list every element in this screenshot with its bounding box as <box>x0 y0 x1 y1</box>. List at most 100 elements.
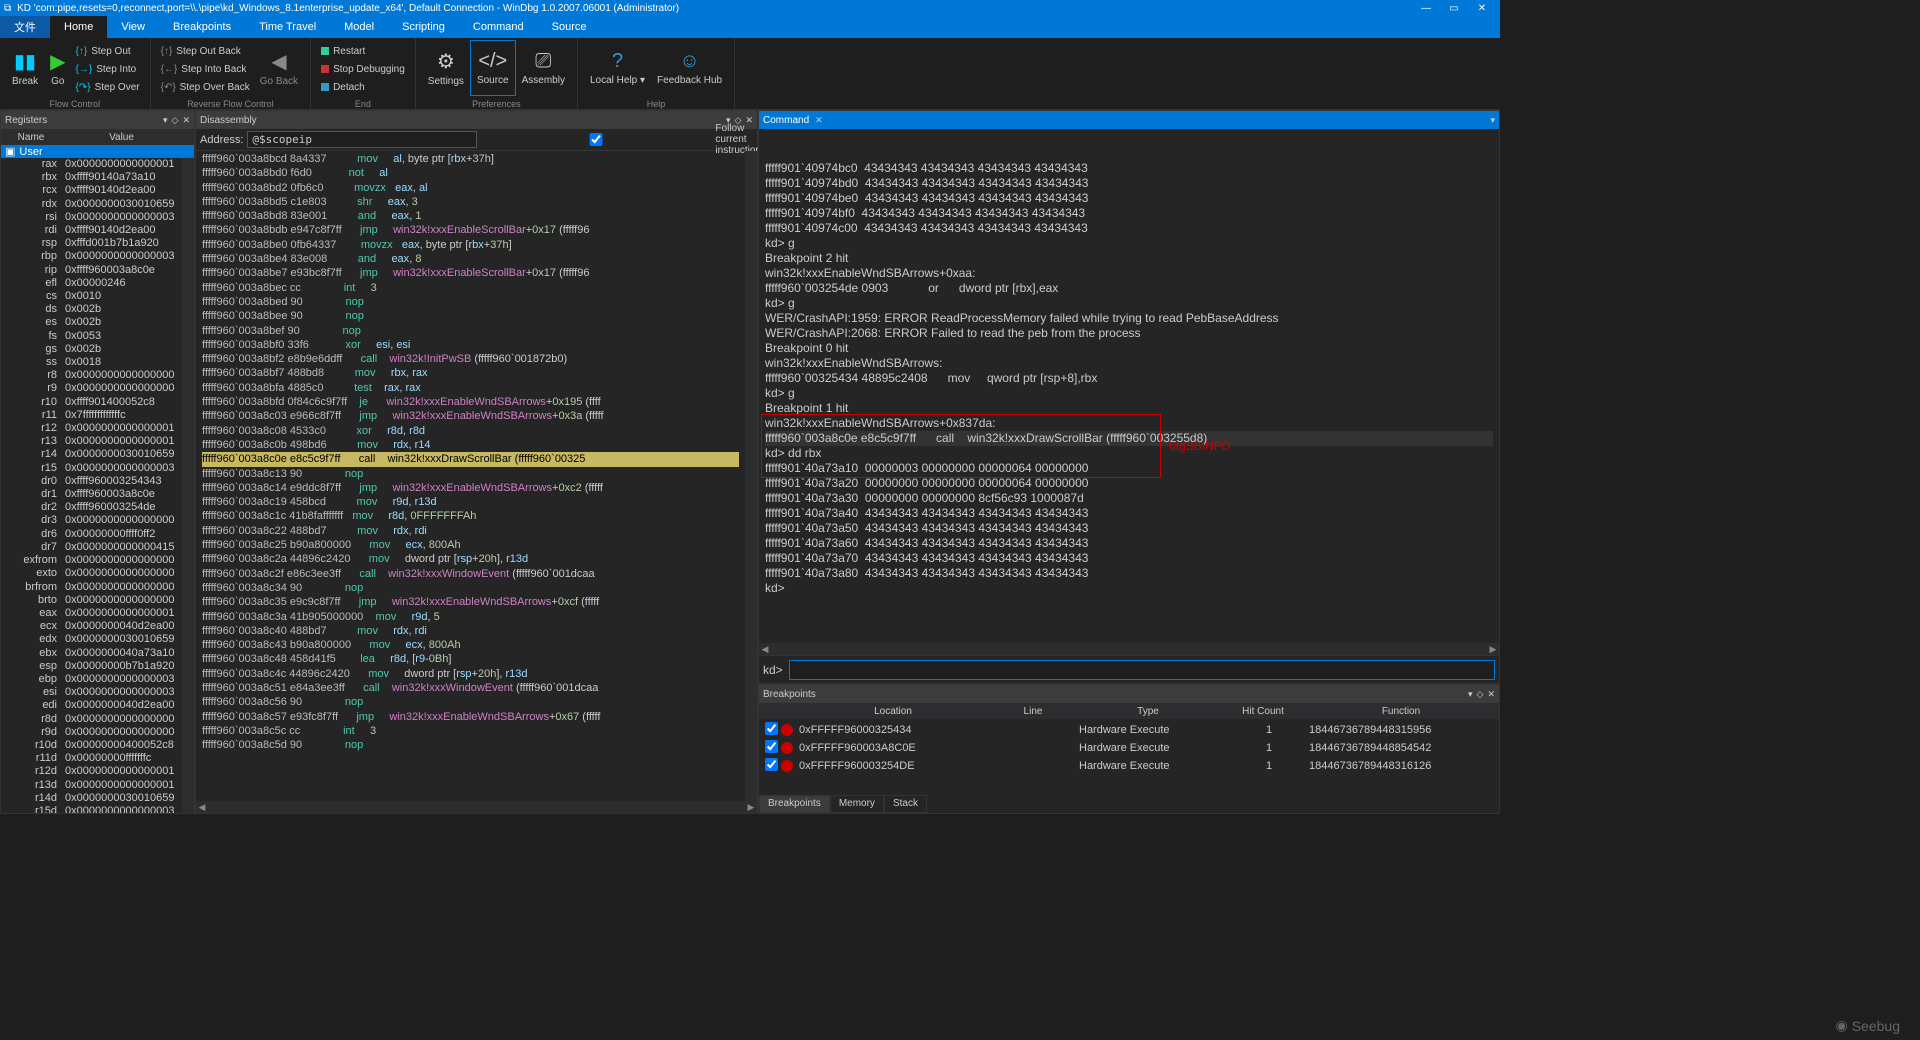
register-row[interactable]: ecx0x0000000040d2ea00 <box>1 620 182 633</box>
register-row[interactable]: rdi0xffff90140d2ea00 <box>1 224 182 237</box>
disassembly-hscroll[interactable]: ◀▶ <box>196 801 757 813</box>
close-button[interactable]: ✕ <box>1468 3 1496 14</box>
panel-dropdown-icon[interactable]: ▾ <box>1468 689 1473 700</box>
register-row[interactable]: dr00xffff960003254343 <box>1 475 182 488</box>
tab-close-icon[interactable]: ✕ <box>815 115 823 126</box>
menu-breakpoints[interactable]: Breakpoints <box>159 16 245 38</box>
register-row[interactable]: dr70x0000000000000415 <box>1 541 182 554</box>
register-row[interactable]: esp0x00000000b7b1a920 <box>1 660 182 673</box>
command-header[interactable]: Command ✕ ▾ <box>759 111 1499 129</box>
address-input[interactable] <box>247 131 477 148</box>
disasm-line[interactable]: fffff960`003a8bfa 4885c0 test rax, rax <box>202 381 739 395</box>
disasm-line[interactable]: fffff960`003a8be7 e93bc8f7ff jmp win32k!… <box>202 266 739 280</box>
menu-home[interactable]: Home <box>50 16 107 38</box>
disasm-line[interactable]: fffff960`003a8c35 e9c9c8f7ff jmp win32k!… <box>202 595 739 609</box>
panel-close-icon[interactable]: ✕ <box>182 115 190 126</box>
register-row[interactable]: dr60x00000000ffff0ff2 <box>1 528 182 541</box>
register-row[interactable]: fs0x0053 <box>1 330 182 343</box>
register-row[interactable]: r130x0000000000000001 <box>1 435 182 448</box>
disasm-line[interactable]: fffff960`003a8c40 488bd7 mov rdx, rdi <box>202 624 739 638</box>
disasm-line[interactable]: fffff960`003a8c3a 41b905000000 mov r9d, … <box>202 610 739 624</box>
disasm-line[interactable]: fffff960`003a8c1c 41b8fafffffff mov r8d,… <box>202 509 739 523</box>
maximize-button[interactable]: ▭ <box>1440 3 1468 14</box>
disasm-line[interactable]: fffff960`003a8c48 458d41f5 lea r8d, [r9-… <box>202 652 739 666</box>
register-row[interactable]: gs0x002b <box>1 343 182 356</box>
step-over-back-button[interactable]: {↶}Step Over Back <box>157 78 254 96</box>
disasm-line[interactable]: fffff960`003a8bd0 f6d0 not al <box>202 166 739 180</box>
go-back-button[interactable]: ◀Go Back <box>254 40 304 96</box>
disasm-line[interactable]: fffff960`003a8bef 90 nop <box>202 324 739 338</box>
local-help-button[interactable]: ?Local Help ▾ <box>584 40 651 96</box>
tab-memory[interactable]: Memory <box>830 795 884 813</box>
disasm-line[interactable]: fffff960`003a8bf7 488bd8 mov rbx, rax <box>202 366 739 380</box>
register-row[interactable]: rbp0x0000000000000003 <box>1 250 182 263</box>
bp-enable-checkbox[interactable] <box>765 722 778 735</box>
bp-enable-checkbox[interactable] <box>765 740 778 753</box>
disasm-line[interactable]: fffff960`003a8c43 b90a800000 mov ecx, 80… <box>202 638 739 652</box>
disasm-line[interactable]: fffff960`003a8c03 e966c8f7ff jmp win32k!… <box>202 409 739 423</box>
registers-header[interactable]: Registers ▾ ◇ ✕ <box>1 111 194 129</box>
register-row[interactable]: r8d0x0000000000000000 <box>1 713 182 726</box>
register-row[interactable]: rsi0x0000000000000003 <box>1 211 182 224</box>
breakpoint-row[interactable]: 0xFFFFF96000325434Hardware Execute118446… <box>759 721 1499 739</box>
register-row[interactable]: r90x0000000000000000 <box>1 382 182 395</box>
menu-source[interactable]: Source <box>538 16 601 38</box>
register-row[interactable]: esi0x0000000000000003 <box>1 686 182 699</box>
disasm-line[interactable]: fffff960`003a8bed 90 nop <box>202 295 739 309</box>
disasm-line[interactable]: fffff960`003a8c0e e8c5c9f7ff call win32k… <box>202 452 739 466</box>
bp-enable-checkbox[interactable] <box>765 758 778 771</box>
command-hscroll[interactable]: ◀▶ <box>759 643 1499 655</box>
register-row[interactable]: ss0x0018 <box>1 356 182 369</box>
register-row[interactable]: ebx0x0000000040a73a10 <box>1 647 182 660</box>
register-row[interactable]: efl0x00000246 <box>1 277 182 290</box>
disasm-line[interactable]: fffff960`003a8bd8 83e001 and eax, 1 <box>202 209 739 223</box>
register-row[interactable]: eax0x0000000000000001 <box>1 607 182 620</box>
register-row[interactable]: dr10xffff960003a8c0e <box>1 488 182 501</box>
disasm-line[interactable]: fffff960`003a8bfd 0f84c6c9f7ff je win32k… <box>202 395 739 409</box>
menu-view[interactable]: View <box>107 16 159 38</box>
assembly-button[interactable]: ⎚Assembly <box>516 40 571 96</box>
disassembly-listing[interactable]: fffff960`003a8bcd 8a4337 mov al, byte pt… <box>196 151 745 801</box>
menu-model[interactable]: Model <box>330 16 388 38</box>
register-row[interactable]: r80x0000000000000000 <box>1 369 182 382</box>
register-row[interactable]: r100xffff901400052c8 <box>1 396 182 409</box>
disasm-line[interactable]: fffff960`003a8bec cc int 3 <box>202 281 739 295</box>
register-row[interactable]: r110x7fffffffffffffc <box>1 409 182 422</box>
register-row[interactable]: exto0x0000000000000000 <box>1 567 182 580</box>
step-into-button[interactable]: {→}Step Into <box>72 60 144 78</box>
panel-dropdown-icon[interactable]: ▾ <box>163 115 168 126</box>
disasm-line[interactable]: fffff960`003a8c13 90 nop <box>202 467 739 481</box>
disasm-line[interactable]: fffff960`003a8c2a 44896c2420 mov dword p… <box>202 552 739 566</box>
register-row[interactable]: r150x0000000000000003 <box>1 462 182 475</box>
register-row[interactable]: r13d0x0000000000000001 <box>1 779 182 792</box>
disasm-line[interactable]: fffff960`003a8c19 458bcd mov r9d, r13d <box>202 495 739 509</box>
panel-pin-icon[interactable]: ◇ <box>1477 689 1484 700</box>
go-button[interactable]: ▶Go <box>44 40 71 96</box>
stop-debugging-button[interactable]: Stop Debugging <box>317 60 409 78</box>
register-row[interactable]: brfrom0x0000000000000000 <box>1 581 182 594</box>
register-row[interactable]: es0x002b <box>1 316 182 329</box>
minimize-button[interactable]: — <box>1412 3 1440 14</box>
disasm-line[interactable]: fffff960`003a8c34 90 nop <box>202 581 739 595</box>
disasm-line[interactable]: fffff960`003a8bd2 0fb6c0 movzx eax, al <box>202 181 739 195</box>
disasm-line[interactable]: fffff960`003a8c56 90 nop <box>202 695 739 709</box>
step-over-button[interactable]: {↷}Step Over <box>72 78 144 96</box>
menu-command[interactable]: Command <box>459 16 538 38</box>
scrollbar-stub[interactable] <box>182 129 194 145</box>
register-row[interactable]: r14d0x0000000030010659 <box>1 792 182 805</box>
register-row[interactable]: rdx0x0000000030010659 <box>1 198 182 211</box>
disasm-line[interactable]: fffff960`003a8be0 0fb64337 movzx eax, by… <box>202 238 739 252</box>
command-input[interactable] <box>789 660 1495 680</box>
disasm-line[interactable]: fffff960`003a8c4c 44896c2420 mov dword p… <box>202 667 739 681</box>
menu-scripting[interactable]: Scripting <box>388 16 459 38</box>
register-row[interactable]: edx0x0000000030010659 <box>1 633 182 646</box>
breakpoints-header[interactable]: Breakpoints ▾ ◇ ✕ <box>759 685 1499 703</box>
step-into-back-button[interactable]: {←}Step Into Back <box>157 60 254 78</box>
disasm-line[interactable]: fffff960`003a8bd5 c1e803 shr eax, 3 <box>202 195 739 209</box>
register-row[interactable]: rip0xffff960003a8c0e <box>1 264 182 277</box>
tab-stack[interactable]: Stack <box>884 795 927 813</box>
tab-breakpoints[interactable]: Breakpoints <box>759 795 830 813</box>
feedback-button[interactable]: ☺Feedback Hub <box>651 40 728 96</box>
breakpoint-row[interactable]: 0xFFFFF960003A8C0EHardware Execute118446… <box>759 739 1499 757</box>
disasm-line[interactable]: fffff960`003a8be4 83e008 and eax, 8 <box>202 252 739 266</box>
